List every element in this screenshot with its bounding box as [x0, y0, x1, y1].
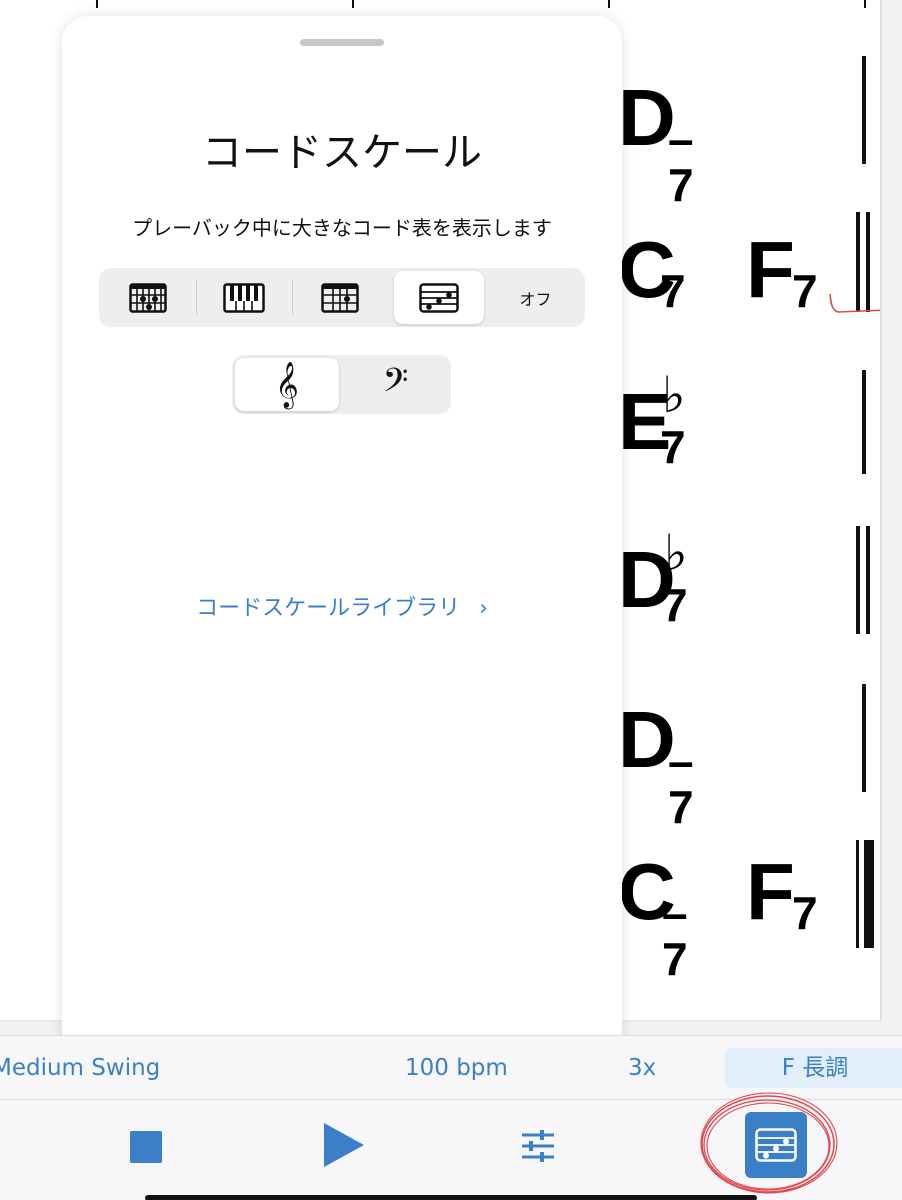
barline-top [96, 0, 98, 8]
chevron-right-icon: › [479, 596, 488, 621]
chord-quality: 7 [662, 579, 688, 631]
barline-top [864, 0, 866, 8]
segment-divider [292, 280, 293, 315]
display-mode-segmented-control: オフ [99, 268, 585, 327]
chord-symbol[interactable]: C –7 [618, 852, 688, 983]
chord-symbol[interactable]: D –7 [618, 78, 694, 209]
segment-divider [196, 280, 197, 315]
chord-quality: 7 [792, 887, 818, 939]
segment-guitar[interactable] [102, 271, 194, 324]
segment-off-label: オフ [519, 289, 552, 309]
double-barline [866, 526, 870, 634]
piano-keyboard-icon [223, 282, 265, 313]
key-selector[interactable]: F 長調 [725, 1048, 902, 1088]
guitar-fretboard-icon [129, 282, 167, 313]
mixer-sliders-icon [522, 1130, 554, 1162]
home-indicator [145, 1195, 757, 1200]
chord-quality: 7 [792, 265, 818, 317]
chord-quality: 7 [660, 421, 686, 473]
playback-toolbar [0, 1092, 902, 1200]
chord-quality: –7 [662, 887, 688, 985]
sheet-grabber[interactable] [300, 39, 384, 46]
chord-symbol[interactable]: F 7 [746, 852, 818, 937]
style-selector[interactable]: Medium Swing [0, 1036, 160, 1100]
treble-clef-icon: 𝄞 [275, 361, 299, 408]
barline-top [352, 0, 354, 8]
chord-root: D [618, 695, 676, 784]
sheet-subtitle: プレーバック中に大きなコード表を表示します [132, 216, 552, 240]
chord-root: F [746, 847, 795, 936]
barline [862, 56, 866, 164]
chord-scale-icon [419, 282, 459, 313]
segment-treble-clef[interactable]: 𝄞 [235, 358, 339, 411]
double-barline [856, 526, 860, 634]
chord-accidental: ♭ [662, 367, 686, 423]
stop-icon [130, 1131, 162, 1163]
chord-symbol[interactable]: E ♭ 7 [618, 370, 686, 470]
bass-clef-icon: 𝄢 [382, 361, 409, 408]
chord-symbol[interactable]: F 7 [746, 230, 818, 315]
segment-piano[interactable] [198, 271, 290, 324]
tempo-selector[interactable]: 100 bpm [405, 1036, 508, 1100]
barline-top [608, 0, 610, 8]
chord-scale-library-link[interactable]: コードスケールライブラリ › [62, 590, 622, 622]
stop-button[interactable] [126, 1127, 166, 1167]
barline [862, 684, 866, 792]
chord-symbol[interactable]: D –7 [618, 700, 694, 831]
chord-root: F [746, 225, 795, 314]
final-barline [856, 840, 859, 948]
library-link-label: コードスケールライブラリ [196, 596, 461, 621]
clef-segmented-control: 𝄞 𝄢 [232, 355, 451, 414]
chord-quality: 7 [660, 265, 686, 317]
barline [862, 370, 866, 474]
chord-quality: –7 [668, 113, 694, 211]
final-barline [864, 840, 874, 948]
chord-quality: –7 [668, 735, 694, 833]
segment-ukulele[interactable] [294, 271, 386, 324]
chord-scale-sheet: コードスケール プレーバック中に大きなコード表を表示します オフ 𝄞 𝄢 コード… [62, 16, 622, 1046]
chord-accidental: ♭ [664, 525, 688, 581]
play-button[interactable] [320, 1120, 368, 1170]
segment-off[interactable]: オフ [489, 271, 582, 324]
chord-symbol[interactable]: C 7 [618, 230, 686, 315]
handwritten-mark [829, 293, 880, 313]
chord-symbol[interactable]: D ♭ 7 [618, 528, 688, 628]
segment-chord-scale[interactable] [394, 271, 484, 324]
play-icon [324, 1123, 364, 1167]
chord-root: D [618, 73, 676, 162]
handwritten-circle [700, 1092, 838, 1194]
mixer-button[interactable] [518, 1126, 558, 1166]
ukulele-fretboard-icon [321, 282, 359, 313]
segment-bass-clef[interactable]: 𝄢 [343, 358, 448, 411]
sheet-title: コードスケール [202, 130, 482, 176]
repeat-selector[interactable]: 3x [628, 1036, 656, 1100]
